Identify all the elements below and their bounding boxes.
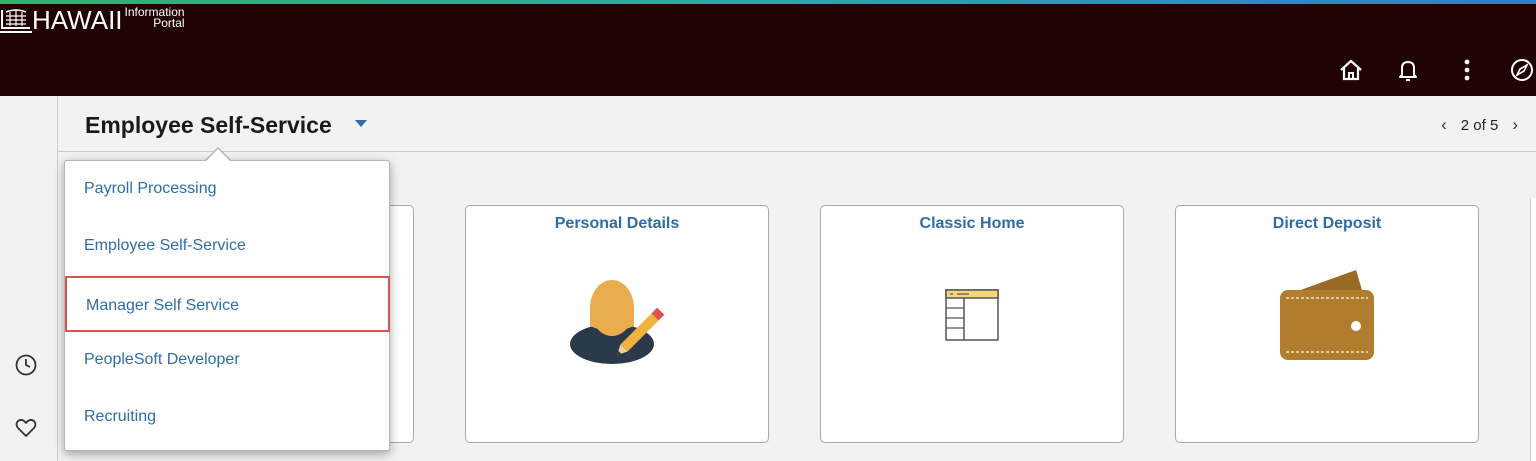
pager-indicator: 2 of 5	[1460, 116, 1499, 134]
bell-icon[interactable]	[1394, 56, 1422, 84]
compass-icon[interactable]	[1508, 56, 1536, 84]
classic-home-icon	[821, 266, 1123, 376]
more-vertical-icon[interactable]	[1453, 56, 1481, 84]
wallet-icon	[1176, 266, 1478, 376]
logo-wordmark: HAWAII	[32, 5, 123, 35]
hawaii-information-portal-logo[interactable]: HAWAII Information Portal	[0, 6, 185, 36]
header-accent-stripe	[0, 0, 1536, 4]
homepage-title[interactable]: Employee Self-Service	[85, 112, 332, 139]
homepage-selector-dropdown: Payroll Processing Employee Self-Service…	[64, 160, 390, 451]
homepage-pager: ‹ 2 of 5 ›	[1441, 115, 1518, 135]
previous-page-button[interactable]: ‹	[1441, 115, 1447, 135]
homepage-title-bar: Employee Self-Service ‹ 2 of 5 ›	[58, 96, 1536, 152]
recent-history-icon[interactable]	[13, 352, 39, 378]
left-nav-rail	[0, 96, 58, 461]
top-header-bar: HAWAII Information Portal	[0, 0, 1536, 96]
next-tile-edge	[1530, 198, 1536, 461]
dropdown-item-peoplesoft-developer[interactable]: PeopleSoft Developer	[65, 332, 389, 388]
tile-direct-deposit[interactable]: Direct Deposit	[1175, 205, 1479, 443]
tile-classic-home[interactable]: Classic Home	[820, 205, 1124, 443]
dropdown-item-manager-self-service[interactable]: Manager Self Service	[65, 276, 390, 332]
home-icon[interactable]	[1337, 56, 1365, 84]
dropdown-item-payroll-processing[interactable]: Payroll Processing	[65, 161, 389, 217]
tile-personal-details[interactable]: Personal Details	[465, 205, 769, 443]
next-page-button[interactable]: ›	[1512, 115, 1518, 135]
dropdown-pointer-fill	[205, 149, 231, 162]
person-edit-icon	[466, 266, 768, 376]
logo-seal-icon	[0, 9, 32, 33]
dropdown-item-recruiting[interactable]: Recruiting	[65, 389, 389, 445]
logo-subtitle-line2: Portal	[153, 16, 185, 30]
logo-subtitle: Information Portal	[125, 6, 185, 30]
tile-title: Personal Details	[554, 215, 680, 232]
favorites-heart-icon[interactable]	[13, 415, 39, 441]
dropdown-item-employee-self-service[interactable]: Employee Self-Service	[65, 218, 389, 274]
tile-title: Classic Home	[919, 215, 1025, 232]
tile-title: Direct Deposit	[1272, 215, 1382, 232]
chevron-down-icon[interactable]	[355, 120, 367, 127]
